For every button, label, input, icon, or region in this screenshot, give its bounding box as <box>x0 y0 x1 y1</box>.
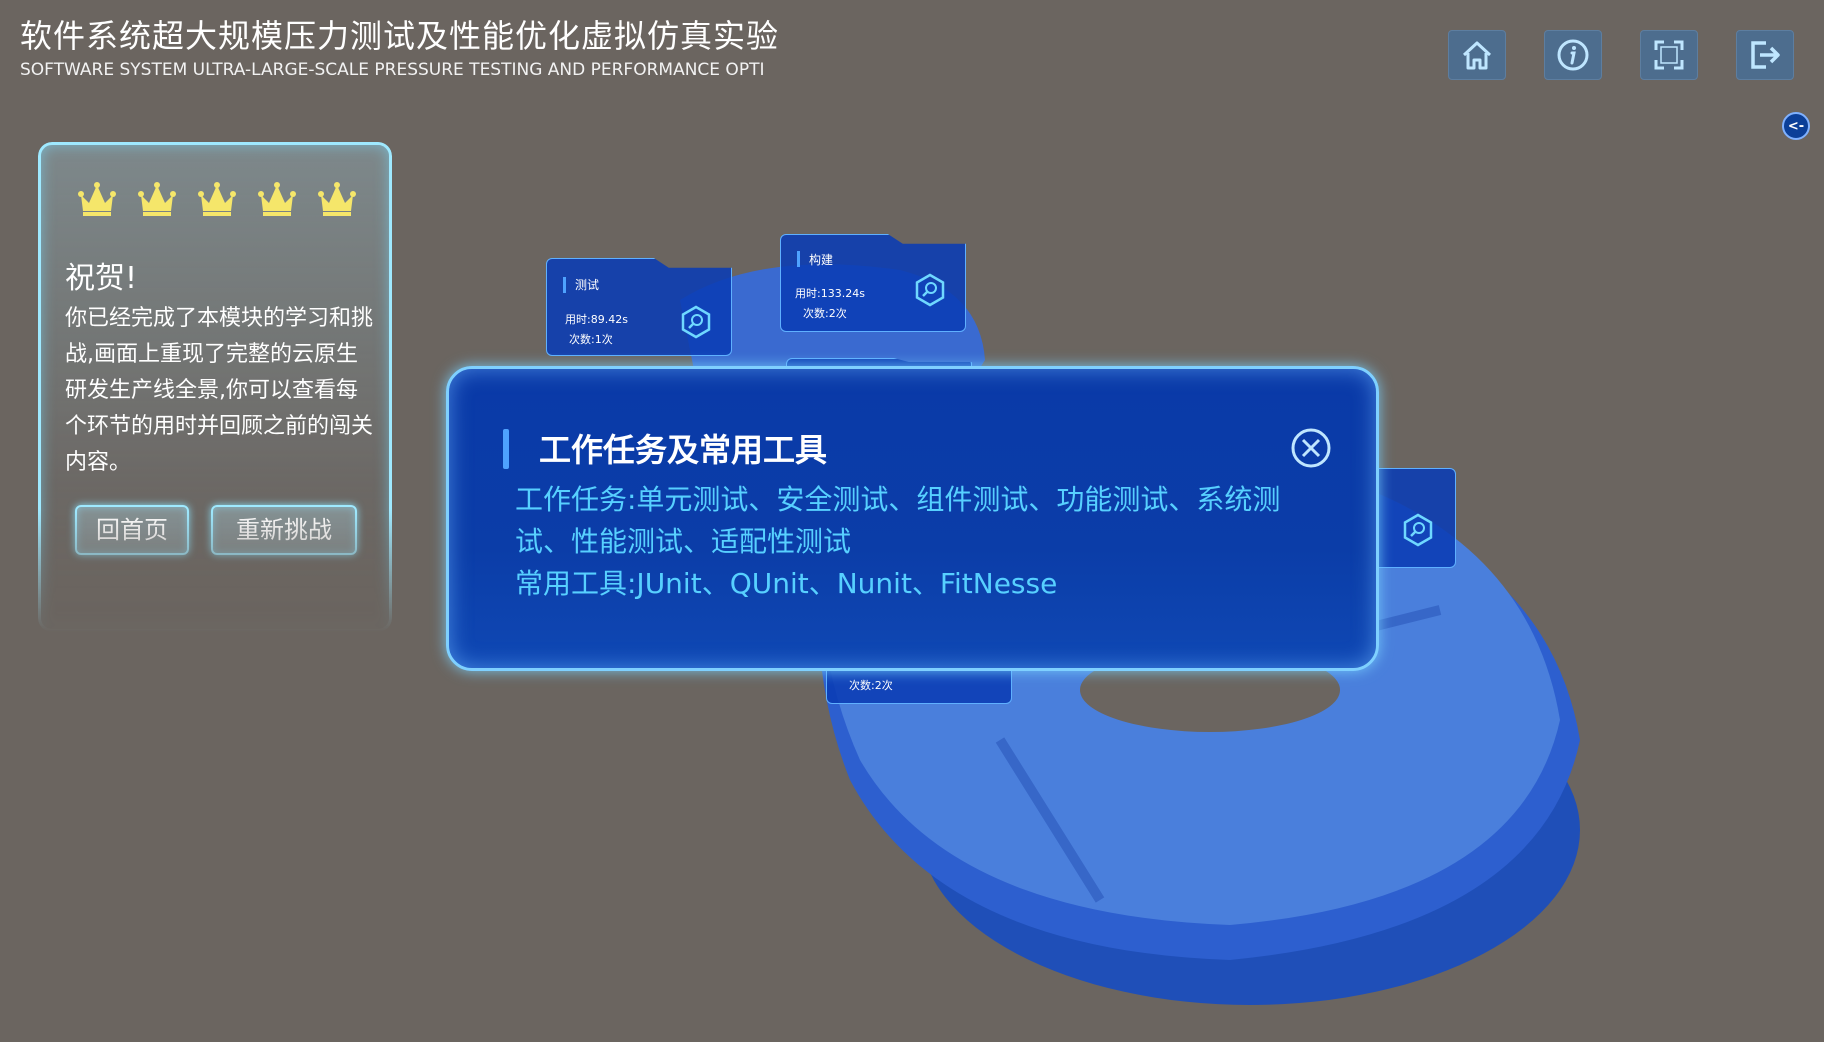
star-rating <box>77 181 357 217</box>
crown-icon <box>138 182 176 216</box>
tools-text: 常用工具:JUnit、QUnit、Nunit、FitNesse <box>515 567 1058 600</box>
congrats-message: 你已经完成了本模块的学习和挑战,画面上重现了完整的云原生研发生产线全景,你可以查… <box>65 306 374 475</box>
crown-icon <box>318 182 356 216</box>
task-tools-dialog: 工作任务及常用工具 工作任务:单元测试、安全测试、组件测试、功能测试、系统测试、… <box>446 366 1379 671</box>
node-time: 用时:89.42s <box>565 313 628 326</box>
dialog-title: 工作任务及常用工具 <box>539 431 828 469</box>
info-icon <box>1557 39 1589 71</box>
crown-icon <box>198 182 236 216</box>
result-panel: 祝贺! 你已经完成了本模块的学习和挑战,画面上重现了完整的云原生研发生产线全景,… <box>38 142 392 632</box>
node-time: 用时:133.24s <box>795 287 865 300</box>
scene: 软件系统超大规模压力测试及性能优化虚拟仿真实验 SOFTWARE SYSTEM … <box>0 0 1824 1042</box>
node-label: 构建 <box>809 253 834 267</box>
node-bar <box>563 277 566 293</box>
collapse-button[interactable]: <- <box>1782 112 1810 140</box>
node-count: 次数:2次 <box>803 307 847 320</box>
search-icon[interactable] <box>1401 513 1435 547</box>
node-bar <box>797 251 800 267</box>
node-label: 测试 <box>575 278 600 292</box>
tasks-text: 工作任务:单元测试、安全测试、组件测试、功能测试、系统测试、性能测试、适配性测试 <box>515 483 1281 558</box>
node-card-build[interactable]: 构建 用时:133.24s 次数:2次 <box>780 234 966 332</box>
search-icon[interactable] <box>679 305 713 339</box>
dialog-body: 工作任务:单元测试、安全测试、组件测试、功能测试、系统测试、性能测试、适配性测试… <box>515 479 1335 605</box>
page-subtitle: SOFTWARE SYSTEM ULTRA-LARGE-SCALE PRESSU… <box>20 60 765 80</box>
page-header: 软件系统超大规模压力测试及性能优化虚拟仿真实验 SOFTWARE SYSTEM … <box>20 14 779 82</box>
dialog-title-bar <box>503 429 509 469</box>
close-icon[interactable] <box>1290 427 1332 469</box>
page-title: 软件系统超大规模压力测试及性能优化虚拟仿真实验 <box>20 17 780 55</box>
crown-icon <box>78 182 116 216</box>
node-count: 次数:1次 <box>569 333 613 346</box>
logout-icon <box>1751 41 1780 69</box>
fullscreen-button[interactable] <box>1640 30 1698 80</box>
logout-button[interactable] <box>1736 30 1794 80</box>
top-toolbar <box>1448 30 1794 80</box>
home-button[interactable] <box>1448 30 1506 80</box>
back-home-button[interactable]: 回首页 <box>75 505 189 555</box>
fullscreen-icon <box>1654 40 1684 70</box>
congrats-heading: 祝贺! <box>65 261 138 296</box>
node-count: 次数:2次 <box>849 679 893 692</box>
search-icon[interactable] <box>913 273 947 307</box>
node-card-test[interactable]: 测试 用时:89.42s 次数:1次 <box>546 258 732 356</box>
retry-button[interactable]: 重新挑战 <box>211 505 357 555</box>
home-icon <box>1462 41 1492 70</box>
crown-icon <box>258 182 296 216</box>
info-button[interactable] <box>1544 30 1602 80</box>
